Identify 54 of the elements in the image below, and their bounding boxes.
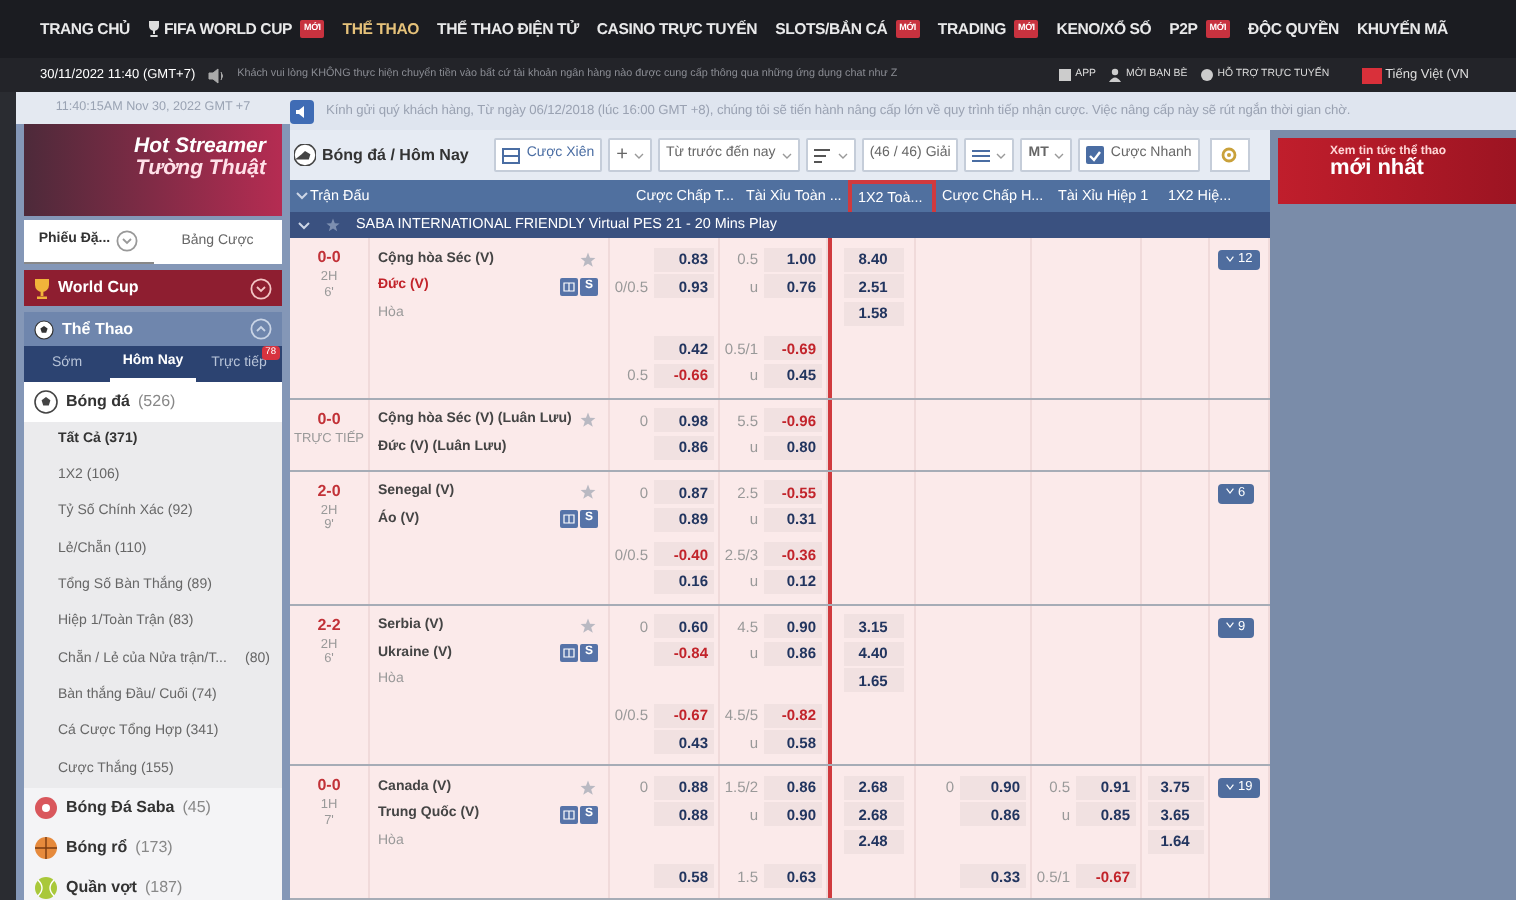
ticket-icon [502,147,521,163]
flag-icon [1361,67,1382,83]
chevron-down-icon [1226,783,1234,790]
app-icon [1057,67,1072,82]
star-icon[interactable] [580,412,596,429]
sort-icon [813,147,832,163]
caret-icon [1054,151,1065,159]
people-icon [1108,67,1123,82]
streamer-banner[interactable]: Hot Streamer Tường Thuật [24,124,282,216]
chevron-down-icon[interactable] [296,192,308,200]
score-text: 0-0 [315,774,343,798]
star-icon[interactable] [580,779,596,796]
add-dropdown[interactable]: + [608,138,652,172]
world-cup-bar[interactable]: World Cup [24,270,282,306]
chevron-down-icon[interactable] [250,277,272,299]
scoreboard-icon[interactable] [560,644,578,663]
star-icon[interactable] [580,618,596,635]
sport-item[interactable]: Bóng đá (526) [24,382,282,422]
check-icon [1088,149,1103,161]
score-text: 0-0 [315,246,343,270]
page-title: Bóng đá / Hôm Nay [322,143,469,167]
caret-icon [837,151,848,159]
sort-dropdown[interactable] [805,138,856,172]
speaker-icon [290,99,314,123]
trophy-icon [147,20,160,38]
chevron-down-icon [1226,488,1234,495]
star-icon[interactable] [580,251,596,268]
basketball-icon [34,835,58,860]
chevron-down-icon[interactable] [298,221,310,229]
trophy-icon [34,277,50,299]
chevron-up-icon[interactable] [250,318,272,340]
list-icon [972,147,991,163]
view-dropdown[interactable] [964,138,1015,172]
scoreboard-icon[interactable] [560,277,578,296]
tennis-ball-icon [34,875,58,900]
settings-button[interactable] [1209,138,1250,172]
score-text: 2-0 [315,479,343,503]
sports-header[interactable]: Thể Thao [24,312,282,346]
chevron-down-icon [1226,622,1234,629]
chevron-down-icon [1226,255,1234,262]
settings-icon [1220,146,1239,164]
star-icon[interactable] [326,218,340,232]
star-icon[interactable] [580,484,596,501]
chevron-down-icon[interactable] [116,230,139,252]
caret-icon [996,151,1007,159]
speaker-icon [207,67,226,83]
scoreboard-icon[interactable] [560,510,578,529]
caret-icon [633,151,644,159]
score-text: 0-0 [315,407,343,430]
scoreboard-icon[interactable] [560,805,578,824]
score-text: 2-2 [315,613,343,637]
ball-icon [34,795,58,820]
caret-icon [781,151,792,159]
ball-icon [34,319,54,339]
